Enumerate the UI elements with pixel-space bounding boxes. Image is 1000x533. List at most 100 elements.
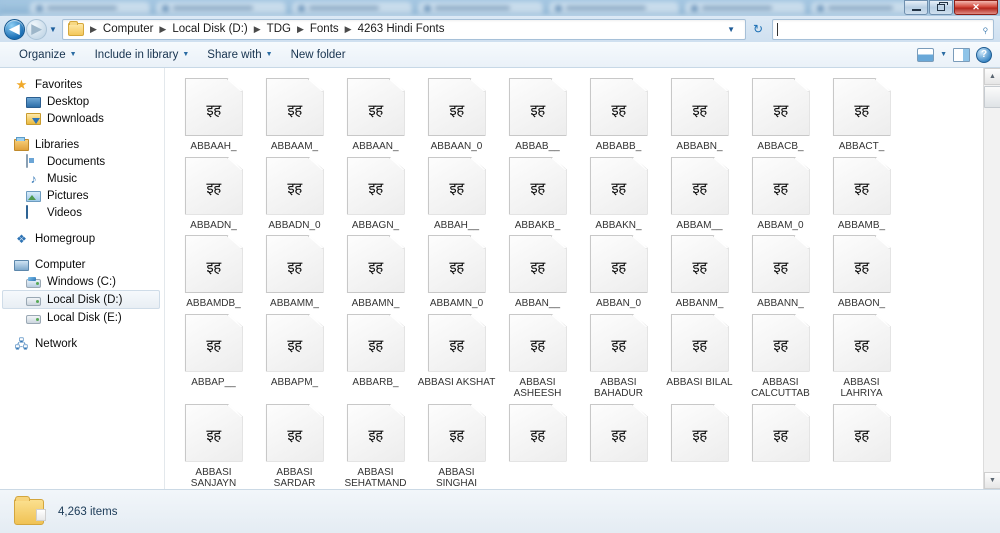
file-tile[interactable]: इह ABBASI SANJAYN [173, 400, 254, 489]
history-dropdown-caret-icon[interactable]: ▼ [47, 19, 59, 40]
file-tile[interactable]: इह ABBAMDB_ [173, 231, 254, 310]
minimize-button[interactable] [904, 0, 928, 15]
file-tile[interactable]: इह ABBANM_ [659, 231, 740, 310]
file-tile[interactable]: इह ABBASI SEHATMAND [335, 400, 416, 489]
font-preview-glyphs: इह [206, 100, 221, 119]
file-tile[interactable]: इह ABBACB_ [740, 74, 821, 153]
change-view-icon[interactable] [917, 47, 935, 62]
page-fold-icon [712, 157, 728, 171]
breadcrumb-item-tdg[interactable]: TDG [265, 23, 293, 35]
include-in-library-button[interactable]: Include in library ▼ [86, 46, 199, 64]
file-tile[interactable]: इह ABBAN_0 [578, 231, 659, 310]
back-button[interactable]: ◀ [4, 18, 25, 40]
organize-button[interactable]: Organize ▼ [10, 46, 86, 64]
file-tile[interactable]: इह ABBAAM_ [254, 74, 335, 153]
breadcrumb-item-computer[interactable]: Computer [101, 23, 156, 35]
file-tile[interactable]: इह ABBAPM_ [254, 310, 335, 400]
file-tile[interactable]: इह ABBAM__ [659, 153, 740, 232]
breadcrumb-separator-icon: ▶ [253, 23, 261, 34]
sidebar-label-pictures: Pictures [47, 189, 89, 202]
forward-button[interactable]: ▶ [26, 18, 47, 40]
file-tile[interactable]: इह ABBAAN_0 [416, 74, 497, 153]
file-tile[interactable]: इह ABBARB_ [335, 310, 416, 400]
file-tile[interactable]: इह ABBAN__ [497, 231, 578, 310]
sidebar-item-homegroup[interactable]: ❖ Homegroup [0, 230, 164, 247]
file-tile[interactable]: इह ABBAMB_ [821, 153, 902, 232]
file-tile[interactable]: इह ABBAP__ [173, 310, 254, 400]
file-tile[interactable]: इह ABBAAN_ [335, 74, 416, 153]
file-name-label: ABBAMM_ [270, 298, 319, 309]
file-tile[interactable]: इह ABBASI BILAL [659, 310, 740, 400]
file-tile[interactable]: इह [497, 400, 578, 490]
breadcrumb-item-4263-hindi-fonts[interactable]: 4263 Hindi Fonts [356, 23, 447, 35]
vertical-scrollbar[interactable]: ▲ ▼ [983, 68, 1000, 489]
page-fold-icon [307, 157, 323, 171]
file-tile[interactable]: इह ABBASI BAHADUR [578, 310, 659, 400]
sidebar-item-documents[interactable]: Documents [0, 153, 164, 170]
file-tile[interactable]: इह ABBASI SINGHAI [416, 400, 497, 489]
file-tile[interactable]: इह ABBAH__ [416, 153, 497, 232]
scroll-down-button[interactable]: ▼ [984, 472, 1000, 489]
sidebar-item-libraries[interactable]: Libraries [0, 136, 164, 153]
sidebar-item-music[interactable]: ♪ Music [0, 170, 164, 187]
breadcrumb[interactable]: ▶ Computer ▶ Local Disk (D:) ▶ TDG ▶ Fon… [62, 18, 746, 40]
new-folder-button[interactable]: New folder [282, 46, 355, 64]
file-tile[interactable]: इह ABBANN_ [740, 231, 821, 310]
sidebar-item-desktop[interactable]: Desktop [0, 93, 164, 110]
file-tile[interactable]: इह [821, 400, 902, 490]
file-tile[interactable]: इह ABBADN_ [173, 153, 254, 232]
sidebar-item-windows-c[interactable]: Windows (C:) [0, 273, 164, 290]
file-tile[interactable]: इह [659, 400, 740, 490]
file-tile[interactable]: इह ABBABB_ [578, 74, 659, 153]
sidebar-item-network[interactable]: 🖧 Network [0, 335, 164, 352]
page-fold-icon [874, 236, 890, 249]
breadcrumb-item-local-disk-d[interactable]: Local Disk (D:) [170, 23, 249, 35]
refresh-icon[interactable]: ↻ [748, 19, 768, 40]
sidebar-item-downloads[interactable]: Downloads [0, 110, 164, 127]
file-tile[interactable]: इह ABBAKB_ [497, 153, 578, 232]
address-dropdown-caret-icon[interactable]: ▼ [719, 25, 743, 34]
sidebar-item-local-disk-e[interactable]: Local Disk (E:) [0, 309, 164, 326]
page-fold-icon [712, 236, 728, 249]
file-tile[interactable]: इह ABBASI SARDAR [254, 400, 335, 489]
view-chevron-down-icon[interactable]: ▼ [940, 51, 947, 58]
font-file-icon: इह [751, 235, 810, 293]
file-tile[interactable]: इह [578, 400, 659, 490]
file-tile[interactable]: इह ABBASI AKSHAT [416, 310, 497, 400]
file-tile[interactable]: इह [740, 400, 821, 490]
file-tile[interactable]: इह ABBASI LAHRIYA [821, 310, 902, 400]
file-tile[interactable]: इह ABBADN_0 [254, 153, 335, 232]
file-name-label: ABBABB_ [595, 141, 642, 152]
file-name-label: ABBAM_0 [757, 219, 804, 231]
sidebar-item-favorites[interactable]: ★ Favorites [0, 76, 164, 93]
scroll-up-button[interactable]: ▲ [984, 68, 1000, 85]
search-box[interactable]: ⌕ [772, 18, 994, 40]
breadcrumb-item-fonts[interactable]: Fonts [308, 23, 341, 35]
file-tile[interactable]: इह ABBAMM_ [254, 231, 335, 310]
preview-pane-icon[interactable] [953, 47, 970, 62]
share-with-button[interactable]: Share with ▼ [198, 46, 281, 64]
page-fold-icon [793, 404, 809, 418]
search-input[interactable] [778, 23, 983, 35]
file-tile[interactable]: इह ABBASI ASHEESH [497, 310, 578, 400]
sidebar-item-pictures[interactable]: Pictures [0, 187, 164, 204]
file-tile[interactable]: इह ABBACT_ [821, 74, 902, 153]
file-tile[interactable]: इह ABBAMN_ [335, 231, 416, 310]
help-icon[interactable]: ? [976, 46, 992, 63]
sidebar-item-videos[interactable]: Videos [0, 204, 164, 221]
close-button[interactable]: ✕ [954, 0, 998, 15]
file-tile[interactable]: इह ABBABN_ [659, 74, 740, 153]
sidebar-item-computer[interactable]: Computer [0, 256, 164, 273]
file-list-pane[interactable]: इह ABBAAH_ इह ABBAAM_ इह ABBAAN_ इह ABBAAN_0 इह A… [165, 68, 1000, 489]
file-tile[interactable]: इह ABBAGN_ [335, 153, 416, 232]
file-tile[interactable]: इह ABBAM_0 [740, 153, 821, 232]
sidebar-item-local-disk-d[interactable]: Local Disk (D:) [2, 290, 160, 309]
file-tile[interactable]: इह ABBAB__ [497, 74, 578, 153]
file-tile[interactable]: इह ABBAMN_0 [416, 231, 497, 310]
file-tile[interactable]: इह ABBASI CALCUTTAB [740, 310, 821, 400]
file-tile[interactable]: इह ABBAAH_ [173, 74, 254, 153]
file-tile[interactable]: इह ABBAKN_ [578, 153, 659, 232]
scrollbar-thumb[interactable] [984, 86, 1000, 108]
restore-button[interactable] [929, 0, 953, 15]
file-tile[interactable]: इह ABBAON_ [821, 231, 902, 310]
